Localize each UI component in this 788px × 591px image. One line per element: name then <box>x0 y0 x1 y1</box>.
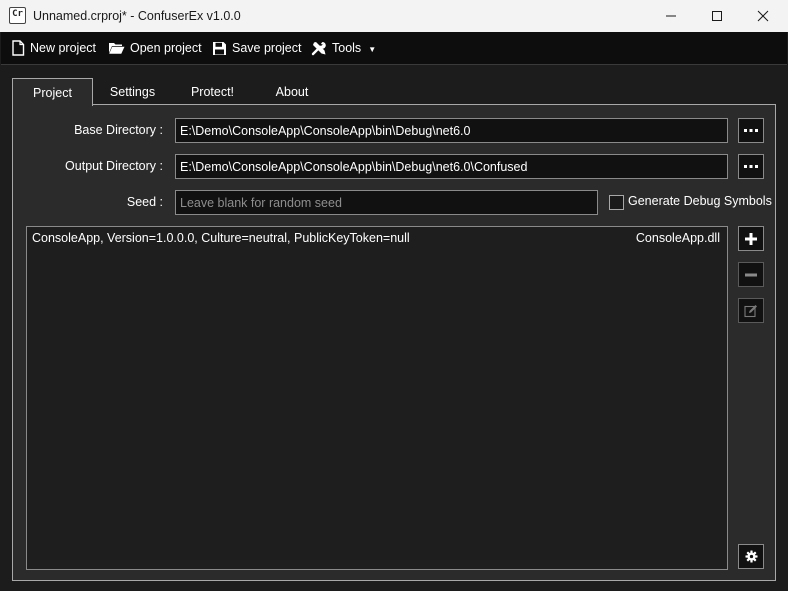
tab-about[interactable]: About <box>253 78 331 105</box>
module-assembly-name: ConsoleApp, Version=1.0.0.0, Culture=neu… <box>32 231 410 245</box>
chevron-down-icon: ▼ <box>368 45 377 54</box>
title-bar[interactable]: Cr Unnamed.crproj* - ConfuserEx v1.0.0 <box>0 0 788 32</box>
open-project-button[interactable]: Open project <box>108 32 202 64</box>
floppy-disk-icon <box>213 41 226 55</box>
new-file-icon <box>12 40 25 56</box>
open-project-label: Open project <box>130 41 202 55</box>
tools-icon <box>311 42 326 56</box>
folder-open-icon <box>109 43 125 54</box>
gear-icon <box>744 550 758 563</box>
output-directory-label: Output Directory : <box>65 159 163 173</box>
close-button[interactable] <box>740 0 786 32</box>
tools-label: Tools <box>332 41 362 55</box>
new-project-label: New project <box>30 41 96 55</box>
add-module-button[interactable] <box>738 226 764 251</box>
save-project-label: Save project <box>232 41 302 55</box>
minimize-button[interactable] <box>648 0 694 32</box>
base-directory-field[interactable]: E:\Demo\ConsoleApp\ConsoleApp\bin\Debug\… <box>175 118 728 143</box>
browse-output-directory-button[interactable] <box>738 154 764 179</box>
seed-input[interactable]: Leave blank for random seed <box>175 190 598 215</box>
browse-base-directory-button[interactable] <box>738 118 764 143</box>
window-title: Unnamed.crproj* - ConfuserEx v1.0.0 <box>33 9 241 23</box>
tab-project[interactable]: Project <box>12 78 93 106</box>
module-file-name: ConsoleApp.dll <box>635 231 720 245</box>
toolbar: New project Open project Save project To… <box>1 32 787 65</box>
ellipsis-icon <box>744 164 758 168</box>
generate-debug-symbols-checkbox[interactable] <box>609 195 624 210</box>
generate-debug-symbols-label[interactable]: Generate Debug Symbols <box>628 194 772 208</box>
list-item[interactable]: ConsoleApp, Version=1.0.0.0, Culture=neu… <box>27 227 727 249</box>
minimize-icon <box>666 15 676 17</box>
tab-protect[interactable]: Protect! <box>172 78 253 105</box>
seed-label: Seed : <box>126 195 163 209</box>
maximize-button[interactable] <box>694 0 740 32</box>
edit-icon <box>744 304 757 317</box>
tab-settings[interactable]: Settings <box>93 78 172 105</box>
save-project-button[interactable]: Save project <box>212 32 301 64</box>
ellipsis-icon <box>744 128 758 132</box>
output-directory-field[interactable]: E:\Demo\ConsoleApp\ConsoleApp\bin\Debug\… <box>175 154 728 179</box>
module-settings-button[interactable] <box>738 544 764 569</box>
tools-menu[interactable]: Tools ▼ <box>311 32 376 64</box>
add-icon <box>745 232 757 245</box>
main-area: Project Settings Protect! About Base Dir… <box>1 66 787 590</box>
remove-module-button[interactable] <box>738 262 764 287</box>
maximize-icon <box>712 11 722 21</box>
new-project-button[interactable]: New project <box>11 32 96 64</box>
project-panel: Base Directory : E:\Demo\ConsoleApp\Cons… <box>12 104 776 581</box>
module-list[interactable]: ConsoleApp, Version=1.0.0.0, Culture=neu… <box>26 226 728 570</box>
edit-module-button[interactable] <box>738 298 764 323</box>
close-icon <box>757 10 769 22</box>
remove-icon <box>745 273 757 276</box>
app-icon: Cr <box>9 7 26 24</box>
base-directory-label: Base Directory : <box>74 123 163 137</box>
